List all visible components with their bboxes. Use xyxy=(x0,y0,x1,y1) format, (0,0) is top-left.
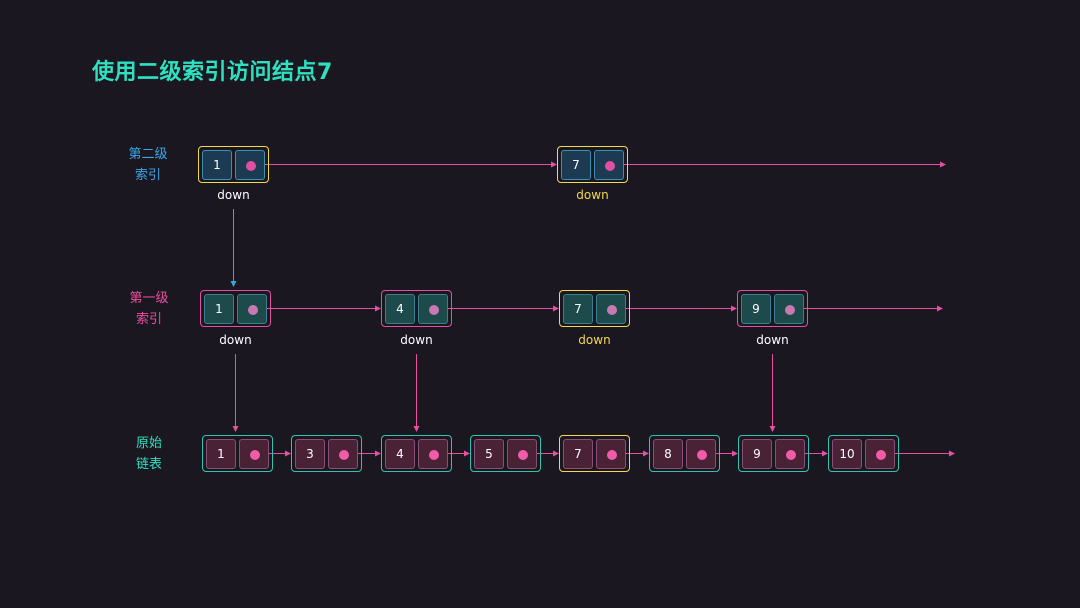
node-next-pointer xyxy=(596,439,626,469)
node-value: 4 xyxy=(385,439,415,469)
level1-node-1: 1 xyxy=(200,290,271,327)
base-node-10: 10 xyxy=(828,435,899,472)
down-arrow-head xyxy=(230,281,237,287)
base-node-5: 5 xyxy=(470,435,541,472)
down-arrow-head xyxy=(232,426,239,432)
node-next-pointer xyxy=(239,439,269,469)
down-pointer-label: down xyxy=(576,188,609,202)
node-value: 9 xyxy=(742,439,772,469)
level1-node-7: 7 xyxy=(559,290,630,327)
down-pointer-label: down xyxy=(578,333,611,347)
node-next-pointer xyxy=(686,439,716,469)
level1-node-4: 4 xyxy=(381,290,452,327)
node-next-pointer xyxy=(235,150,265,180)
node-value: 10 xyxy=(832,439,862,469)
node-next-pointer xyxy=(237,294,267,324)
node-next-pointer xyxy=(775,439,805,469)
level1-arrow-head xyxy=(937,305,943,312)
node-value: 1 xyxy=(202,150,232,180)
pointer-dot-icon xyxy=(248,305,258,315)
base-node-8: 8 xyxy=(649,435,720,472)
node-value: 3 xyxy=(295,439,325,469)
down-pointer-label: down xyxy=(756,333,789,347)
pointer-dot-icon xyxy=(876,450,886,460)
base-node-9: 9 xyxy=(738,435,809,472)
pointer-dot-icon xyxy=(605,161,615,171)
down-arrow-head xyxy=(769,426,776,432)
pointer-dot-icon xyxy=(786,450,796,460)
node-value: 4 xyxy=(385,294,415,324)
node-value: 7 xyxy=(563,439,593,469)
pointer-dot-icon xyxy=(518,450,528,460)
level2-arrow-head xyxy=(940,161,946,168)
base-node-3: 3 xyxy=(291,435,362,472)
node-value: 5 xyxy=(474,439,504,469)
node-next-pointer xyxy=(596,294,626,324)
node-next-pointer xyxy=(865,439,895,469)
node-value: 9 xyxy=(741,294,771,324)
level2-node-1: 1 xyxy=(198,146,269,183)
node-next-pointer xyxy=(594,150,624,180)
base-node-1: 1 xyxy=(202,435,273,472)
pointer-dot-icon xyxy=(339,450,349,460)
pointer-dot-icon xyxy=(429,450,439,460)
pointer-dot-icon xyxy=(250,450,260,460)
node-value: 1 xyxy=(206,439,236,469)
base-arrow-head xyxy=(949,450,955,457)
base-node-7: 7 xyxy=(559,435,630,472)
node-value: 7 xyxy=(561,150,591,180)
down-pointer-label: down xyxy=(400,333,433,347)
down-pointer-label: down xyxy=(219,333,252,347)
level1-node-9: 9 xyxy=(737,290,808,327)
node-next-pointer xyxy=(418,439,448,469)
node-next-pointer xyxy=(328,439,358,469)
base-node-4: 4 xyxy=(381,435,452,472)
pointer-dot-icon xyxy=(607,450,617,460)
node-value: 7 xyxy=(563,294,593,324)
node-value: 8 xyxy=(653,439,683,469)
down-pointer-label: down xyxy=(217,188,250,202)
level2-node-7: 7 xyxy=(557,146,628,183)
pointer-dot-icon xyxy=(246,161,256,171)
pointer-dot-icon xyxy=(429,305,439,315)
pointer-dot-icon xyxy=(697,450,707,460)
node-next-pointer xyxy=(507,439,537,469)
node-value: 1 xyxy=(204,294,234,324)
pointer-dot-icon xyxy=(607,305,617,315)
node-next-pointer xyxy=(418,294,448,324)
node-next-pointer xyxy=(774,294,804,324)
pointer-dot-icon xyxy=(785,305,795,315)
connection-arrows xyxy=(230,161,955,457)
down-arrow-head xyxy=(413,426,420,432)
